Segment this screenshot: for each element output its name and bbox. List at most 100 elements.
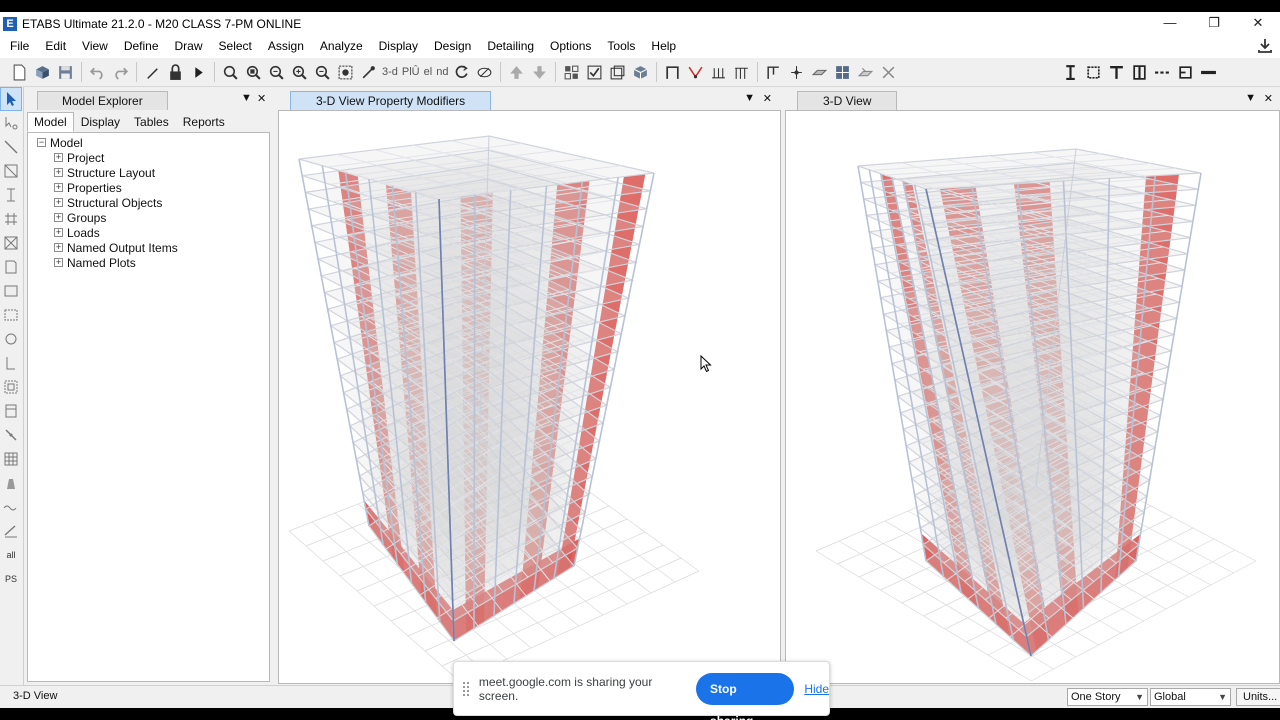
tree-item-project[interactable]: + Project [28,150,269,165]
select-all-button[interactable]: all [0,543,22,567]
draw-tendon-button[interactable] [0,447,22,471]
coordinate-system-select[interactable]: Global ▼ [1150,688,1231,706]
draw-opening-button[interactable] [854,61,876,83]
menu-view[interactable]: View [74,35,116,58]
zoom-in-button[interactable] [288,61,310,83]
line-weight-button[interactable] [1197,61,1219,83]
rotate-view-button[interactable] [450,61,472,83]
view-menu-button[interactable]: ▼ [744,92,755,104]
draw-column-vertical-button[interactable] [0,183,22,207]
open-model-button[interactable] [31,61,53,83]
download-icon[interactable] [1256,37,1274,55]
section-box-button[interactable] [1082,61,1104,83]
section-t-button[interactable] [1105,61,1127,83]
view-snap-button[interactable] [1174,61,1196,83]
expand-icon[interactable]: + [54,243,63,252]
menu-tools[interactable]: Tools [599,35,643,58]
tree-item-loads[interactable]: + Loads [28,225,269,240]
stop-sharing-button[interactable]: Stop sharing [696,672,795,720]
draw-frame-button[interactable] [661,61,683,83]
previous-selection-button[interactable]: PS [0,567,22,591]
undo-button[interactable] [86,61,108,83]
perspective-toggle-button[interactable] [473,61,495,83]
view-tab-property-modifiers[interactable]: 3-D View Property Modifiers [290,91,492,110]
tab-model[interactable]: Model [27,112,74,132]
menu-design[interactable]: Design [426,35,479,58]
object-shrink-button[interactable] [606,61,628,83]
explorer-close-button[interactable]: ✕ [257,92,266,105]
display-options-button[interactable] [560,61,582,83]
draw-tool-button[interactable] [141,61,163,83]
menu-draw[interactable]: Draw [167,35,211,58]
draw-area-button[interactable] [0,255,22,279]
hide-link[interactable]: Hide [804,682,829,696]
tab-display[interactable]: Display [74,112,127,132]
building-model-3d-right[interactable] [786,111,1279,683]
view-tab-3d[interactable]: 3-D View [797,91,898,110]
collapse-icon[interactable]: − [37,138,46,147]
3d-view-button[interactable]: 3-d [380,66,400,78]
menu-edit[interactable]: Edit [37,35,74,58]
draw-line-button[interactable] [0,135,22,159]
draw-secondary-button[interactable] [762,61,784,83]
story-select[interactable]: One Story ▼ [1067,688,1148,706]
draw-beam-button[interactable] [707,61,729,83]
draw-dimension-button[interactable] [0,471,22,495]
plan-view-button[interactable]: PlÛ [400,66,422,78]
lock-model-button[interactable] [164,61,186,83]
draw-link-button[interactable] [877,61,899,83]
menu-select[interactable]: Select [211,35,260,58]
expand-icon[interactable]: + [54,228,63,237]
tree-item-structural-objects[interactable]: + Structural Objects [28,195,269,210]
close-button[interactable]: ✕ [1236,12,1280,35]
draw-point-button[interactable] [785,61,807,83]
save-model-button[interactable] [54,61,76,83]
menu-detailing[interactable]: Detailing [479,35,542,58]
tree-item-groups[interactable]: + Groups [28,210,269,225]
menu-assign[interactable]: Assign [260,35,312,58]
reshape-button[interactable] [0,111,22,135]
tree-item-named-plots[interactable]: + Named Plots [28,255,269,270]
view-menu-button[interactable]: ▼ [1245,92,1256,104]
draw-reference-line-button[interactable] [0,519,22,543]
draw-link-vertical-button[interactable] [0,423,22,447]
menu-analyze[interactable]: Analyze [312,35,371,58]
move-down-button[interactable] [528,61,550,83]
menu-display[interactable]: Display [371,35,426,58]
draw-wall-vertical-button[interactable] [0,351,22,375]
menu-define[interactable]: Define [116,35,167,58]
zoom-extents-button[interactable] [242,61,264,83]
minimize-button[interactable]: — [1148,12,1192,35]
draw-wall-button[interactable] [831,61,853,83]
select-pointer-button[interactable] [0,87,22,111]
zoom-previous-button[interactable] [265,61,287,83]
draw-x-brace-button[interactable] [0,231,22,255]
explorer-menu-button[interactable]: ▼ [241,92,252,104]
check-model-button[interactable] [583,61,605,83]
section-i-button[interactable] [1059,61,1081,83]
menu-file[interactable]: File [2,35,37,58]
zoom-window-button[interactable] [219,61,241,83]
node-view-button[interactable]: nd [434,66,450,78]
pan-button[interactable] [334,61,356,83]
expand-icon[interactable]: + [54,183,63,192]
model-canvas-left[interactable] [278,110,781,684]
units-button[interactable]: Units... [1236,688,1280,706]
draw-quick-area-button[interactable] [0,303,22,327]
draw-grid-button[interactable] [0,207,22,231]
extrude-view-button[interactable] [629,61,651,83]
expand-icon[interactable]: + [54,153,63,162]
draw-rect-area-button[interactable] [0,279,22,303]
draw-slab-button[interactable] [808,61,830,83]
move-up-button[interactable] [505,61,527,83]
rubber-band-zoom-button[interactable] [357,61,379,83]
tab-reports[interactable]: Reports [176,112,232,132]
expand-icon[interactable]: + [54,198,63,207]
draw-stair-button[interactable] [0,399,22,423]
tree-root-model[interactable]: − Model [28,135,269,150]
redo-button[interactable] [109,61,131,83]
menu-options[interactable]: Options [542,35,599,58]
expand-icon[interactable]: + [54,213,63,222]
tab-tables[interactable]: Tables [127,112,176,132]
model-canvas-right[interactable] [785,110,1280,684]
